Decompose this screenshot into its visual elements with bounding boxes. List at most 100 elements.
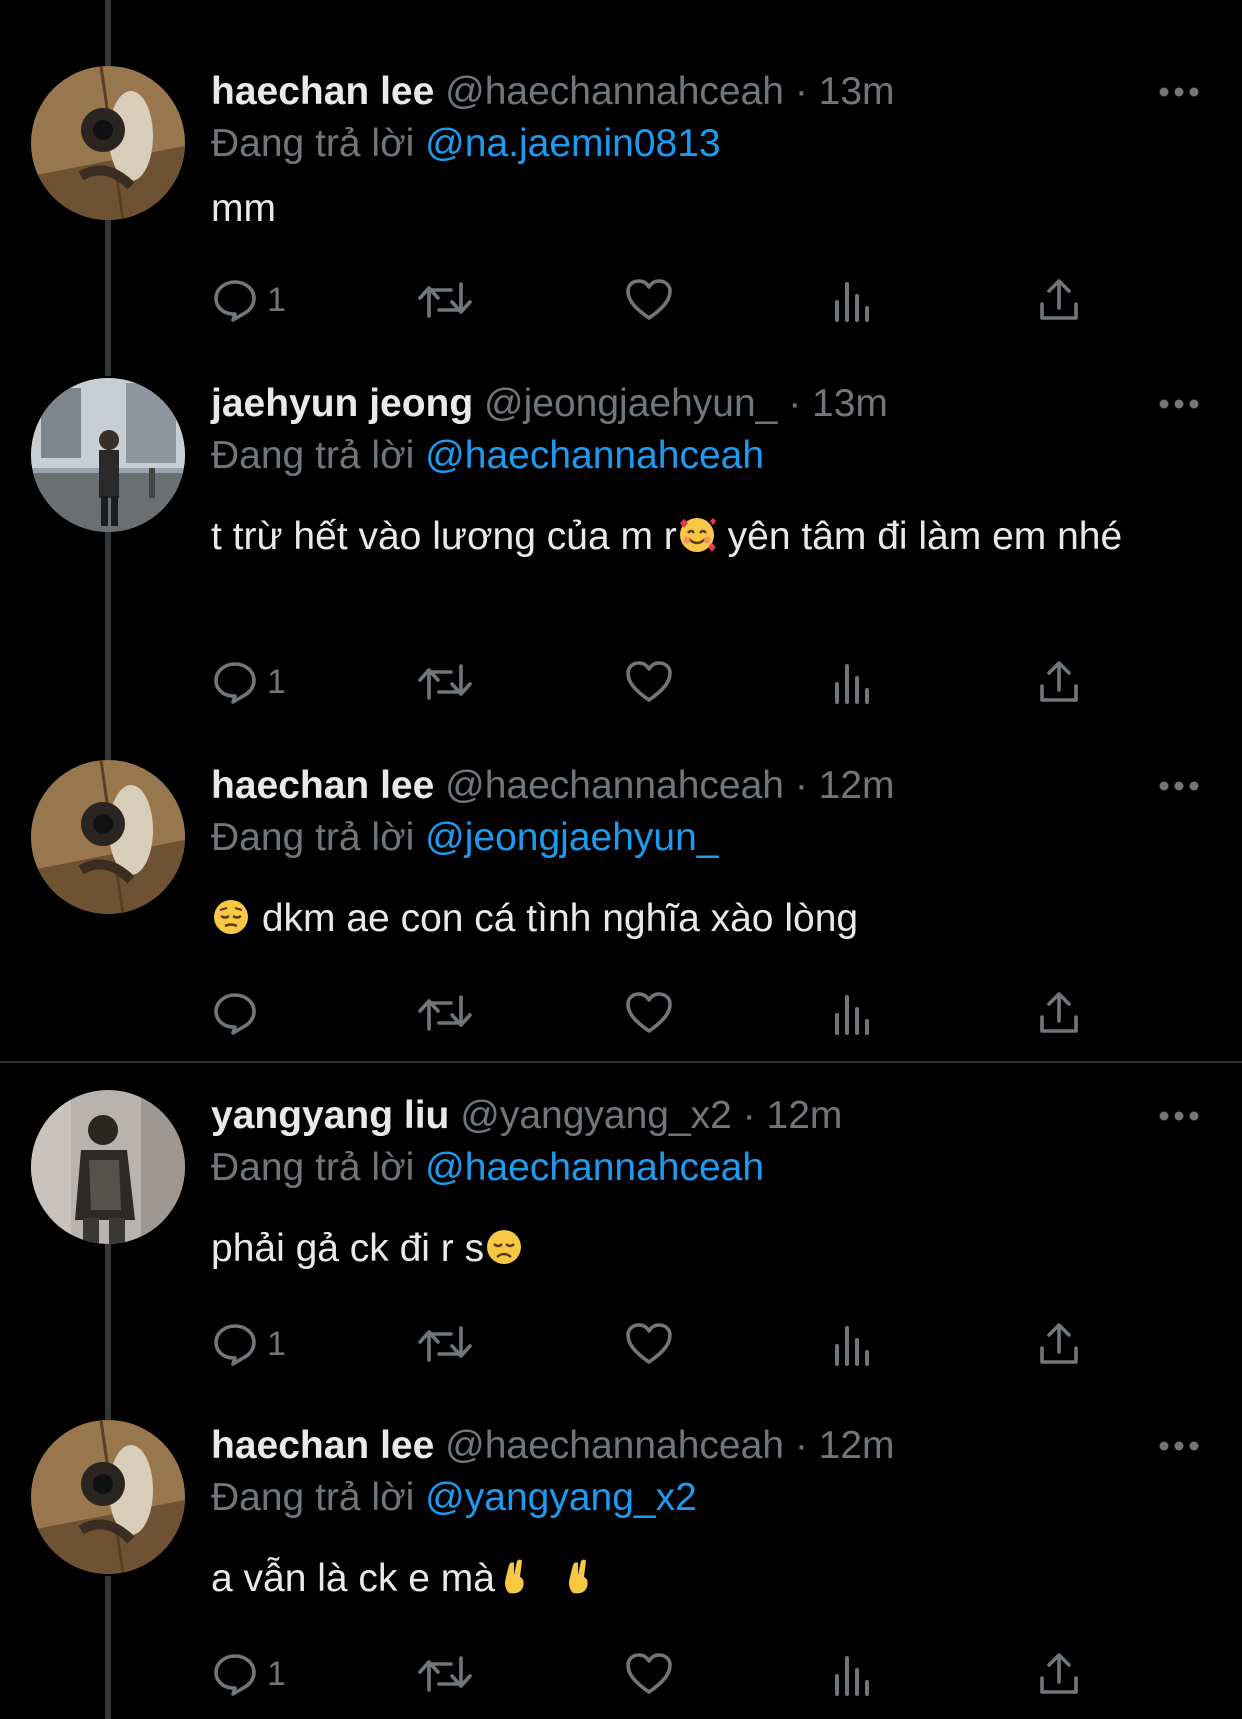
user-handle[interactable]: @haechannahceah (445, 1424, 784, 1467)
reply-button[interactable]: 1 (211, 1319, 286, 1369)
display-name[interactable]: yangyang liu (211, 1094, 449, 1137)
like-button[interactable] (624, 1319, 674, 1369)
more-options-icon[interactable] (1158, 78, 1200, 106)
views-chart-icon (835, 995, 869, 1035)
user-handle[interactable]: @yangyang_x2 (460, 1094, 732, 1137)
more-options-icon[interactable] (1158, 390, 1200, 418)
reply-mention[interactable]: @na.jaemin0813 (425, 122, 720, 165)
share-button[interactable] (1037, 275, 1081, 325)
user-handle[interactable]: @haechannahceah (445, 764, 784, 807)
replying-to: Đang trả lời @haechannahceah (211, 1142, 764, 1194)
thread-line (105, 0, 111, 66)
avatar[interactable] (31, 1420, 185, 1574)
avatar[interactable] (31, 760, 185, 914)
more-options-icon[interactable] (1158, 772, 1200, 800)
reply-prefix: Đang trả lời (211, 1146, 415, 1189)
crossed-fingers-icon (568, 1559, 588, 1594)
views-button[interactable] (831, 1649, 875, 1699)
tweet[interactable]: haechan lee @haechannahceah · 12m Đang t… (0, 760, 1242, 1060)
retweet-button[interactable] (416, 1649, 474, 1699)
display-name[interactable]: haechan lee (211, 764, 434, 807)
conversation-divider (0, 1061, 1242, 1063)
retweet-button[interactable] (416, 657, 474, 707)
share-icon (1040, 661, 1078, 702)
views-button[interactable] (831, 275, 875, 325)
reply-mention[interactable]: @haechannahceah (425, 434, 764, 477)
reply-button[interactable] (211, 988, 267, 1038)
avatar[interactable] (31, 66, 185, 220)
heart-icon (626, 992, 672, 1033)
retweet-icon (418, 1326, 472, 1362)
share-button[interactable] (1037, 657, 1081, 707)
timestamp[interactable]: · 13m (788, 382, 888, 425)
avatar[interactable] (31, 1090, 185, 1244)
reply-icon (214, 1654, 256, 1696)
avatar[interactable] (31, 378, 185, 532)
tweet-text-content: mm (211, 187, 276, 230)
reply-count: 1 (267, 1654, 286, 1693)
reply-button[interactable]: 1 (211, 657, 286, 707)
tweet-header: haechan lee @haechannahceah · 12m (211, 1420, 895, 1472)
tweet-header: haechan lee @haechannahceah · 12m (211, 760, 895, 812)
retweet-button[interactable] (416, 988, 474, 1038)
tweet-text: phải gả ck đi r s (211, 1222, 1171, 1276)
views-button[interactable] (831, 657, 875, 707)
views-button[interactable] (831, 988, 875, 1038)
like-button[interactable] (624, 275, 674, 325)
share-button[interactable] (1037, 1649, 1081, 1699)
views-chart-icon (835, 664, 869, 704)
tweet-text-content: t trừ hết vào lương của m r (211, 515, 677, 558)
display-name[interactable]: haechan lee (211, 1424, 434, 1467)
reply-mention[interactable]: @jeongjaehyun_ (425, 816, 718, 859)
tweet-text: mm (211, 182, 1171, 236)
views-chart-icon (835, 1656, 869, 1696)
tweet[interactable]: haechan lee @haechannahceah · 12m Đang t… (0, 1420, 1242, 1719)
pensive-face-icon (214, 900, 248, 934)
tweet-text-content-2: yên tâm đi làm em nhé (716, 515, 1123, 558)
like-button[interactable] (624, 1649, 674, 1699)
reply-mention[interactable]: @yangyang_x2 (425, 1476, 697, 1519)
replying-to: Đang trả lời @haechannahceah (211, 430, 764, 482)
tweet[interactable]: jaehyun jeong @jeongjaehyun_ · 13m Đang … (0, 378, 1242, 738)
tweet[interactable]: yangyang liu @yangyang_x2 · 12m Đang trả… (0, 1090, 1242, 1400)
share-button[interactable] (1037, 988, 1081, 1038)
views-chart-icon (835, 1326, 869, 1366)
tweet-text: t trừ hết vào lương của m r yên tâm đi l… (211, 510, 1171, 564)
tweet-text-content: phải gả ck đi r s (211, 1227, 485, 1270)
share-button[interactable] (1037, 1319, 1081, 1369)
tweet-text: dkm ae con cá tình nghĩa xào lòng (211, 892, 1171, 946)
reply-prefix: Đang trả lời (211, 122, 415, 165)
crossed-fingers-icon (504, 1559, 524, 1594)
share-icon (1040, 1653, 1078, 1694)
reply-button[interactable]: 1 (211, 275, 286, 325)
replying-to: Đang trả lời @jeongjaehyun_ (211, 812, 719, 864)
reply-icon (214, 662, 256, 704)
display-name[interactable]: haechan lee (211, 70, 434, 113)
views-chart-icon (835, 282, 869, 322)
timestamp[interactable]: · 12m (743, 1094, 843, 1137)
views-button[interactable] (831, 1319, 875, 1369)
like-button[interactable] (624, 988, 674, 1038)
user-handle[interactable]: @jeongjaehyun_ (484, 382, 777, 425)
more-options-icon[interactable] (1158, 1432, 1200, 1460)
tweet[interactable]: haechan lee @haechannahceah · 13m Đang t… (0, 66, 1242, 356)
reply-button[interactable]: 1 (211, 1649, 286, 1699)
timestamp[interactable]: · 12m (795, 1424, 895, 1467)
heart-icon (626, 1323, 672, 1364)
timestamp[interactable]: · 13m (795, 70, 895, 113)
display-name[interactable]: jaehyun jeong (211, 382, 473, 425)
timestamp[interactable]: · 12m (795, 764, 895, 807)
retweet-button[interactable] (416, 275, 474, 325)
tweet-text-content: dkm ae con cá tình nghĩa xào lòng (251, 897, 859, 940)
heart-icon (626, 661, 672, 702)
like-button[interactable] (624, 657, 674, 707)
more-options-icon[interactable] (1158, 1102, 1200, 1130)
retweet-button[interactable] (416, 1319, 474, 1369)
tweet-header: haechan lee @haechannahceah · 13m (211, 66, 895, 118)
reply-mention[interactable]: @haechannahceah (425, 1146, 764, 1189)
heart-icon (626, 1653, 672, 1694)
share-icon (1040, 279, 1078, 320)
reply-icon (214, 280, 256, 322)
tweet-text-content: a vẫn là ck e mà (211, 1557, 495, 1600)
user-handle[interactable]: @haechannahceah (445, 70, 784, 113)
